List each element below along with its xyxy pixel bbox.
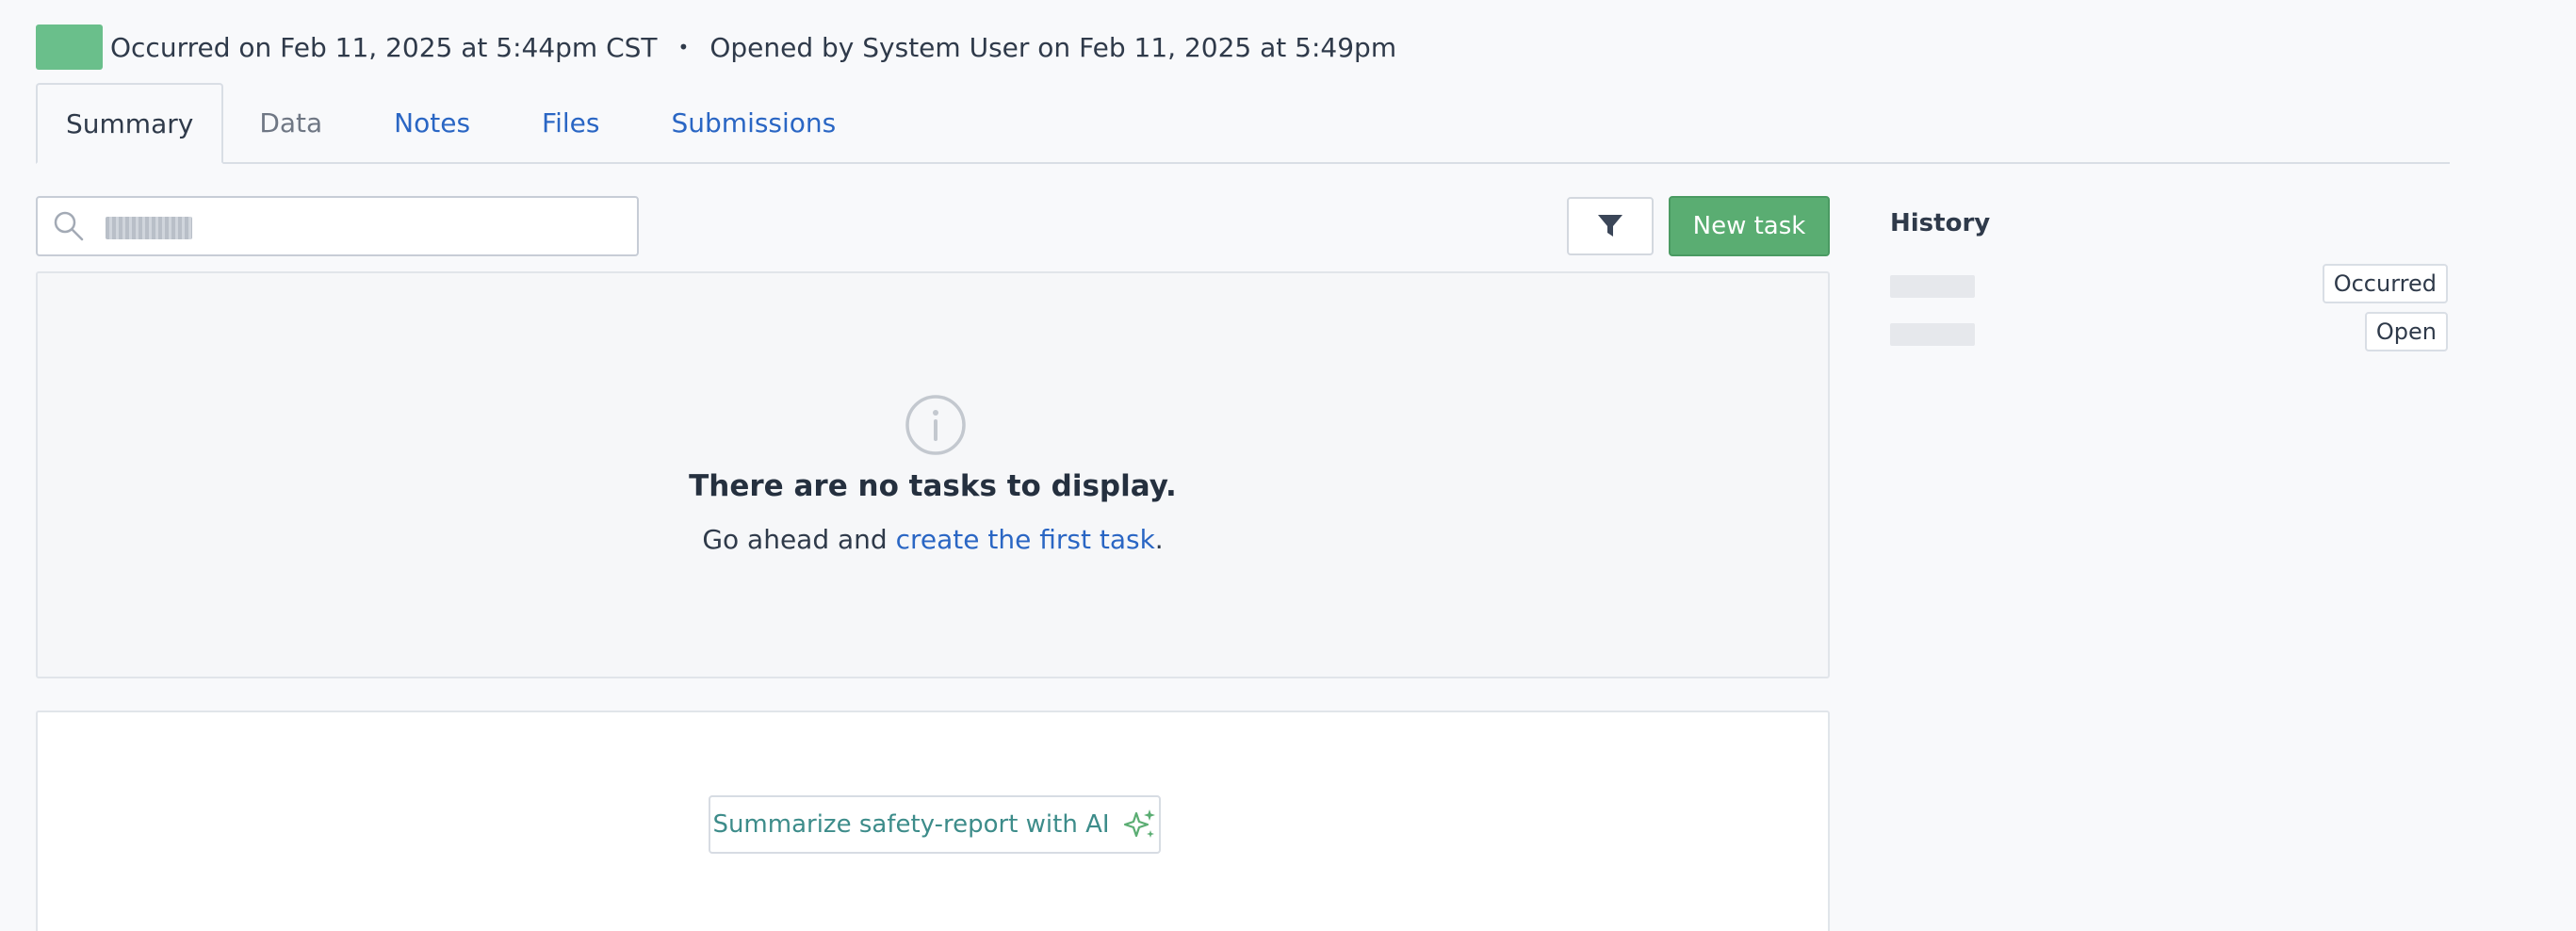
ai-summary-panel: Summarize safety-report with AI [36,710,1830,931]
summarize-ai-button[interactable]: Summarize safety-report with AI [709,795,1161,854]
task-search[interactable] [36,196,639,256]
tab-data[interactable]: Data [223,83,358,162]
incident-page: Occurred on Feb 11, 2025 at 5:44pm CST •… [0,0,2576,931]
empty-prefix: Go ahead and [702,524,896,555]
history-status-badge: Occurred [2322,264,2448,303]
filter-button[interactable] [1567,197,1654,255]
tab-files[interactable]: Files [506,83,635,162]
empty-title: There are no tasks to display. [689,469,1177,503]
tab-notes[interactable]: Notes [358,83,506,162]
summarize-ai-label: Summarize safety-report with AI [712,810,1110,839]
opened-text: Opened by System User on Feb 11, 2025 at… [709,31,1397,63]
sparkles-icon [1123,809,1155,838]
history-status-badge: Open [2364,312,2448,351]
history-title: History [1890,209,1991,237]
occurred-text: Occurred on Feb 11, 2025 at 5:44pm CST [110,31,658,63]
create-first-task-link[interactable]: create the first task [896,524,1155,555]
history-date-placeholder [1890,323,1975,346]
search-icon [54,211,84,241]
filter-icon [1598,215,1622,237]
history-entry: Open [1890,312,2448,351]
empty-suffix: . [1154,524,1164,555]
history-entry: Occurred [1890,264,2448,303]
tab-submissions[interactable]: Submissions [636,83,872,162]
tab-summary[interactable]: Summary [36,83,224,164]
tab-bar: Summary Data Notes Files Submissions [36,83,2450,164]
history-date-placeholder [1890,275,1975,298]
search-placeholder-bar [106,217,192,239]
incident-meta: Occurred on Feb 11, 2025 at 5:44pm CST •… [36,24,1396,70]
empty-subtitle: Go ahead and create the first task. [38,524,1828,555]
tasks-empty-state: There are no tasks to display. Go ahead … [36,271,1830,678]
status-badge [36,24,103,70]
info-icon [905,395,966,455]
separator-dot: • [677,36,690,58]
new-task-button[interactable]: New task [1669,196,1830,256]
